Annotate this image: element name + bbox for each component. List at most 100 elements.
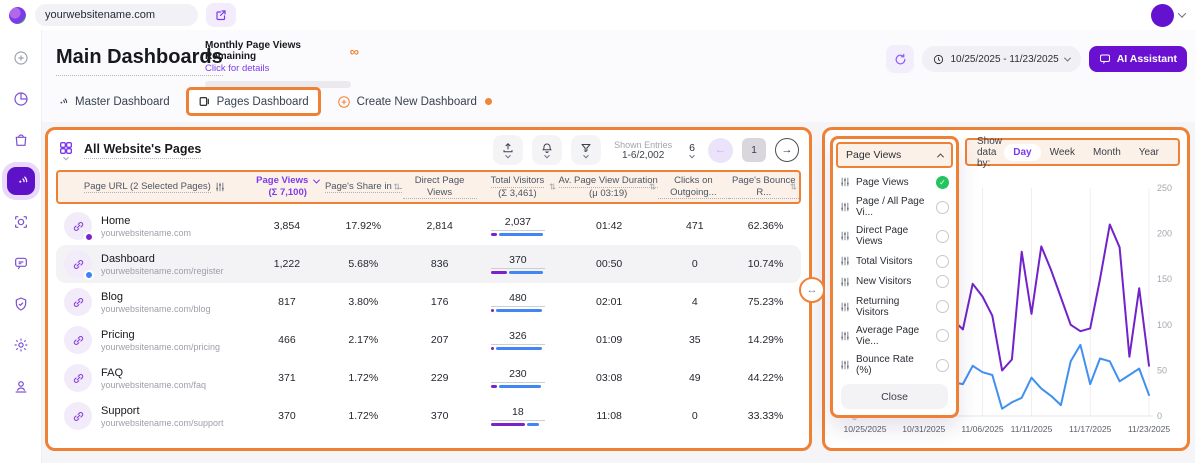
radio-icon[interactable] [936,230,949,243]
metric-option[interactable]: Total Visitors [840,255,949,268]
table-row[interactable]: Support yourwebsitename.com/support 370 … [56,397,801,435]
click-for-details-link[interactable]: Click for details [205,63,351,74]
pagination-prev-button[interactable]: ← [708,138,733,163]
table-row[interactable]: Home yourwebsitename.com 3,854 17.92% 2,… [56,207,801,245]
sort-desc-chevron-icon [313,176,320,183]
sort-icon[interactable]: ⇅ [649,182,656,193]
metric-option[interactable]: Direct Page Views [840,225,949,247]
svg-text:50: 50 [1157,365,1167,375]
radio-icon[interactable] [936,275,949,288]
metric-option[interactable]: Returning Visitors [840,296,949,318]
refresh-button[interactable] [886,45,914,73]
visitors-split-bar [491,423,545,427]
page-views-value: 1,222 [250,258,325,270]
column-settings-icon[interactable] [215,182,225,192]
app-logo-icon [9,7,26,24]
metric-option-label: Page Views [856,177,909,188]
export-button[interactable] [493,135,523,165]
radio-icon[interactable] [936,201,949,214]
granularity-month[interactable]: Month [1084,144,1130,161]
shield-check-icon[interactable] [7,290,35,318]
pie-chart-icon[interactable] [7,85,35,113]
metric-option[interactable]: New Visitors [840,275,949,288]
website-url-field[interactable]: yourwebsitename.com [35,4,198,26]
svg-text:11/11/2025: 11/11/2025 [1011,424,1053,434]
total-visitors-value: 480 [491,292,545,307]
shopping-bag-icon[interactable] [7,126,35,154]
page-name: Dashboard [101,253,224,265]
settings-gear-icon[interactable] [7,331,35,359]
location-person-icon[interactable] [7,372,35,400]
user-avatar[interactable] [1151,4,1174,27]
metric-option[interactable]: Page Views ✓ [840,176,949,189]
page-url: yourwebsitename.com/register [101,266,224,276]
show-data-by-label: Show data by: [977,136,1004,169]
date-range-picker[interactable]: 10/25/2025 - 11/23/2025 [922,46,1080,72]
sort-icon[interactable]: ⇅ [790,182,797,193]
metric-option-label: Direct Page Views [856,225,930,247]
metric-option[interactable]: Average Page Vie... [840,325,949,347]
account-chevron-down-icon[interactable] [1178,9,1186,17]
metric-options-list: Page Views ✓ Page / All Page Vi... Direct P… [833,171,956,381]
column-pages-share[interactable]: Page's Share in ... ⇅ [325,181,403,194]
tab-pages-dashboard[interactable]: Pages Dashboard [186,87,321,116]
column-direct-page-views[interactable]: Direct Page Views [403,175,477,200]
direct-views-value: 836 [402,258,477,270]
table-row[interactable]: Dashboard yourwebsitename.com/register 1… [56,245,801,283]
svg-text:150: 150 [1157,274,1172,284]
metric-option[interactable]: Page / All Page Vi... [840,196,949,218]
panel-resize-handle[interactable]: ↔ [799,277,825,303]
clicks-value: 471 [659,220,730,232]
filter-button[interactable] [571,135,601,165]
bounce-rate-value: 10.74% [730,258,801,270]
column-bounce-rate[interactable]: Page's Bounce R... ⇅ [729,175,799,200]
add-circle-icon[interactable] [7,44,35,72]
radio-icon[interactable] [936,255,949,268]
sliders-icon [840,331,850,341]
ai-assistant-button[interactable]: AI Assistant [1089,46,1187,72]
granularity-day[interactable]: Day [1004,144,1040,161]
granularity-week[interactable]: Week [1041,144,1084,161]
duration-value: 01:09 [559,334,660,346]
metric-select[interactable]: Page Views [836,142,953,168]
widget-grid-icon[interactable] [58,140,74,161]
radio-icon[interactable] [936,359,949,372]
radio-checked-icon[interactable]: ✓ [936,176,949,189]
top-bar: yourwebsitename.com [0,0,1195,30]
table-row[interactable]: FAQ yourwebsitename.com/faq 371 1.72% 22… [56,359,801,397]
table-row[interactable]: Blog yourwebsitename.com/blog 817 3.80% … [56,283,801,321]
page-link-icon [64,364,92,392]
alerts-button[interactable] [532,135,562,165]
column-page-views[interactable]: Page Views (Σ 7,100) [251,175,325,199]
radio-icon[interactable] [936,300,949,313]
metric-option[interactable]: Bounce Rate (%) [840,354,949,376]
page-size-value: 6 [689,142,695,154]
sort-icon[interactable]: ⇅ [393,182,400,193]
page-size-select[interactable]: 6 [689,142,695,159]
radio-icon[interactable] [936,329,949,342]
open-website-button[interactable] [206,3,236,27]
granularity-year[interactable]: Year [1130,144,1168,161]
tab-master-dashboard[interactable]: Master Dashboard [56,95,170,108]
column-avg-duration[interactable]: Av. Page View Duration(μ 03:19) ⇅ [558,175,658,200]
column-total-visitors[interactable]: Total Visitors(Σ 3,461) ⇅ [477,175,559,200]
table-row[interactable]: Pricing yourwebsitename.com/pricing 466 … [56,321,801,359]
clicks-value: 35 [659,334,730,346]
page-name: Home [101,215,191,227]
sort-icon[interactable]: ⇅ [549,182,556,193]
shown-entries: Shown Entries 1-6/2,002 [614,140,672,161]
chat-messages-icon[interactable] [7,249,35,277]
sliders-icon [840,177,850,187]
total-visitors-value: 2,037 [491,216,545,231]
column-clicks-outgoing[interactable]: Clicks on Outgoing... [658,175,728,200]
radar-analytics-icon-active[interactable] [7,167,35,195]
tab-create-new-dashboard[interactable]: Create New Dashboard [337,95,492,109]
column-page-url[interactable]: Page URL (2 Selected Pages) [58,181,251,194]
resize-arrows-icon: ↔ [807,284,818,296]
pagination-next-button[interactable]: → [775,138,799,162]
target-scan-icon[interactable] [7,208,35,236]
share-value: 5.68% [324,258,402,270]
radar-icon [56,95,69,108]
close-button[interactable]: Close [841,384,948,409]
svg-text:11/06/2025: 11/06/2025 [961,424,1004,434]
